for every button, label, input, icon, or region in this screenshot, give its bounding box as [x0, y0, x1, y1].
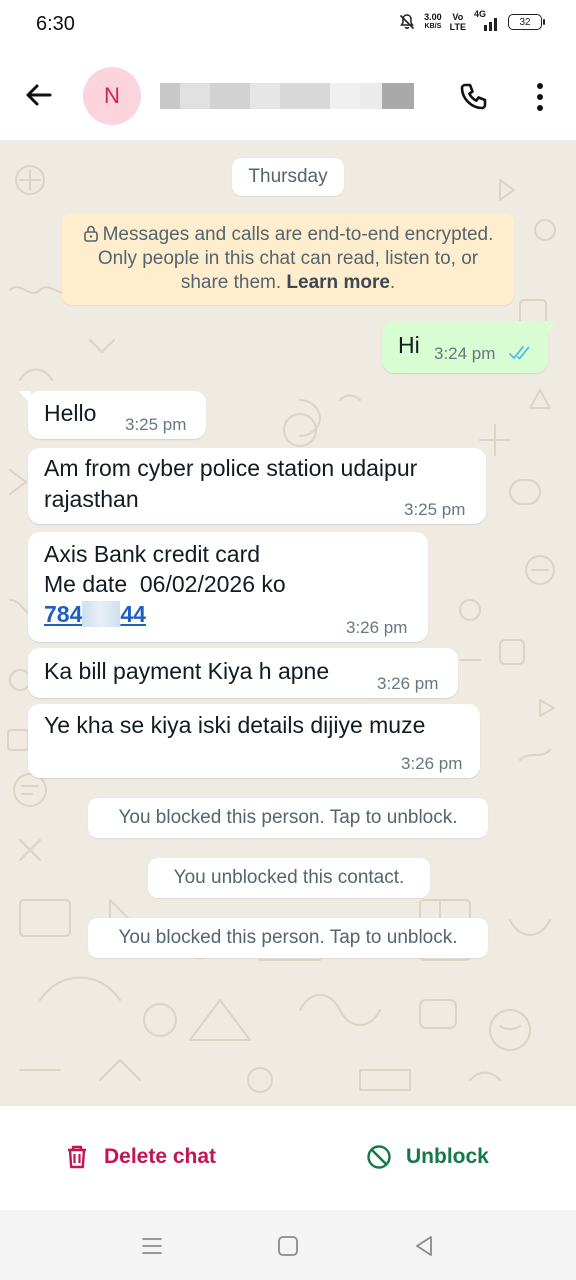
status-icons: 3.00 KB/S Vo LTE 4G 32 — [398, 9, 545, 32]
message-time: 3:25 pm — [125, 415, 187, 434]
unblock-button[interactable]: Unblock — [366, 1144, 489, 1170]
signal-icon: 4G — [474, 9, 500, 31]
phone-number-link[interactable]: 784 44 — [44, 599, 146, 630]
message-time: 3:26 pm — [401, 754, 463, 773]
lock-icon — [83, 225, 98, 242]
back-nav-icon[interactable] — [412, 1234, 436, 1258]
unblock-icon — [367, 1145, 391, 1169]
back-arrow-icon[interactable] — [22, 78, 56, 112]
more-options-icon[interactable] — [528, 80, 552, 114]
system-message-blocked[interactable]: You blocked this person. Tap to unblock. — [88, 798, 488, 838]
trash-icon — [68, 1145, 86, 1169]
network-speed-unit: KB/S — [424, 23, 442, 30]
battery-level: 32 — [519, 16, 531, 28]
status-bar: 6:30 3.00 KB/S Vo LTE 4G 32 — [0, 0, 576, 50]
network-speed: 3.00 KB/S — [424, 12, 442, 32]
status-time: 6:30 — [36, 13, 75, 35]
phone-call-icon[interactable] — [456, 80, 490, 114]
phone-number-redacted — [82, 601, 121, 627]
system-navigation-bar — [0, 1210, 576, 1280]
encryption-notice[interactable]: Messages and calls are end-to-end encryp… — [62, 213, 514, 305]
delete-chat-label: Delete chat — [104, 1145, 217, 1168]
system-message-blocked[interactable]: You blocked this person. Tap to unblock. — [88, 918, 488, 958]
message-time: 3:26 pm — [346, 618, 408, 637]
bubble-tail — [19, 391, 31, 405]
bubble-tail — [545, 321, 557, 335]
message-bubble-incoming[interactable]: Ka bill payment Kiya h apne 3:26 pm — [28, 648, 458, 698]
unblock-label: Unblock — [406, 1145, 489, 1168]
avatar-initial: N — [104, 83, 120, 108]
mute-bell-icon — [400, 14, 415, 30]
message-text-line2: Me date 06/02/2026 ko — [44, 571, 286, 597]
chat-header: N — [0, 50, 576, 140]
date-divider: Thursday — [232, 158, 344, 196]
message-text: Hi — [398, 332, 420, 358]
learn-more-link[interactable]: Learn more — [286, 272, 389, 293]
message-bubble-outgoing[interactable]: Hi 3:24 pm — [382, 321, 557, 373]
home-icon[interactable] — [276, 1234, 300, 1258]
message-bubble-incoming[interactable]: Axis Bank credit card Me date 06/02/2026… — [28, 532, 428, 642]
message-bubble-incoming[interactable]: Hello 3:25 pm — [19, 391, 206, 439]
message-time: 3:25 pm — [404, 500, 466, 519]
volte-indicator: Vo LTE — [450, 12, 466, 32]
avatar[interactable]: N — [83, 67, 141, 125]
message-text-line1: Axis Bank credit card — [44, 541, 261, 567]
network-speed-value: 3.00 — [424, 12, 442, 22]
message-text: Ye kha se kiya iski details dijiye muze — [44, 712, 426, 738]
encryption-notice-period: . — [389, 272, 396, 293]
chat-area[interactable]: Thursday Messages and calls are end-to-e… — [0, 140, 576, 1106]
delete-chat-button[interactable]: Delete chat — [64, 1144, 216, 1170]
volte-top: Vo — [452, 12, 464, 22]
recent-apps-icon[interactable] — [140, 1234, 164, 1258]
phone-number-end[interactable]: 44 — [120, 601, 146, 627]
message-text-line2: rajasthan — [44, 486, 139, 512]
message-text-line1: Am from cyber police station udaipur — [44, 455, 418, 481]
double-check-read-icon — [509, 346, 530, 360]
contact-name-redacted[interactable] — [160, 83, 414, 109]
message-text: Hello — [44, 400, 97, 426]
message-text: Ka bill payment Kiya h apne — [44, 658, 330, 684]
phone-number-start[interactable]: 784 — [44, 601, 82, 627]
message-bubble-incoming[interactable]: Am from cyber police station udaipur raj… — [28, 448, 486, 524]
message-bubble-incoming[interactable]: Ye kha se kiya iski details dijiye muze … — [28, 704, 480, 778]
blocked-action-bar: Delete chat Unblock — [0, 1106, 576, 1210]
system-message-unblocked: You unblocked this contact. — [148, 858, 430, 898]
message-time: 3:26 pm — [377, 674, 439, 693]
message-time: 3:24 pm — [434, 344, 496, 363]
battery-icon: 32 — [508, 14, 545, 30]
volte-bottom: LTE — [449, 22, 466, 32]
